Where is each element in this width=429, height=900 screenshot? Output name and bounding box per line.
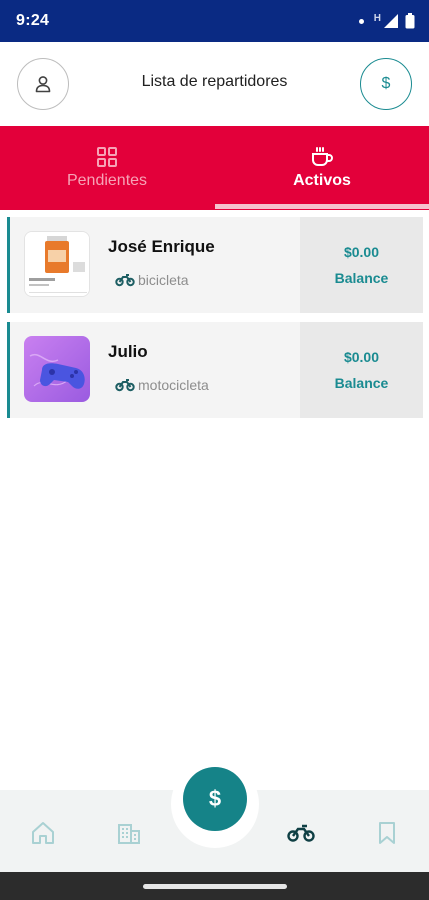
- tab-pendientes[interactable]: Pendientes: [0, 126, 214, 210]
- product-image: [25, 232, 89, 296]
- courier-card[interactable]: Julio motocicleta $0.00 Balance: [7, 322, 423, 418]
- building-icon: [118, 824, 140, 844]
- app-header: Lista de repartidores $: [0, 42, 429, 126]
- balance-box[interactable]: $0.00 Balance: [300, 217, 423, 313]
- nav-couriers[interactable]: [286, 818, 316, 848]
- tab-label: Activos: [293, 172, 351, 189]
- active-tab-indicator: [215, 204, 429, 209]
- grid-icon: [97, 147, 117, 167]
- courier-thumbnail: [24, 231, 90, 297]
- motorcycle-icon: [115, 274, 135, 287]
- tab-bar: Pendientes Activos: [0, 126, 429, 210]
- balance-button[interactable]: $: [360, 58, 412, 110]
- coffee-cup-icon: [312, 147, 333, 166]
- game-controller-image: [29, 353, 85, 389]
- home-icon: [32, 822, 54, 844]
- status-bar: 9:24 H: [0, 0, 429, 42]
- user-icon: [35, 76, 51, 93]
- battery-icon: [405, 13, 415, 29]
- page-title: Lista de repartidores: [141, 73, 288, 90]
- balance-label: Balance: [334, 270, 389, 286]
- courier-card[interactable]: José Enrique bicicleta $0.00 Balance: [7, 217, 423, 313]
- vehicle-label: bicicleta: [138, 272, 189, 288]
- balance-amount: $0.00: [343, 349, 380, 365]
- home-gesture-handle[interactable]: [143, 884, 287, 889]
- nav-business[interactable]: [114, 818, 144, 848]
- balance-amount: $0.00: [343, 244, 380, 260]
- nav-saved[interactable]: [372, 818, 402, 848]
- courier-name: Julio: [108, 342, 148, 361]
- courier-thumbnail: [24, 336, 90, 402]
- nav-home[interactable]: [28, 818, 58, 848]
- dollar-icon: $: [208, 786, 222, 811]
- dollar-icon: $: [381, 75, 391, 92]
- tab-activos[interactable]: Activos: [215, 126, 429, 210]
- vehicle-label: motocicleta: [138, 377, 209, 393]
- motorcycle-icon: [115, 379, 135, 392]
- signal-icon: [384, 14, 398, 28]
- tab-label: Pendientes: [66, 172, 148, 189]
- notification-dot-icon: [358, 18, 364, 24]
- balance-box[interactable]: $0.00 Balance: [300, 322, 423, 418]
- balance-label: Balance: [334, 375, 389, 391]
- courier-name: José Enrique: [108, 237, 215, 256]
- bookmark-icon: [379, 822, 395, 844]
- vehicle-type: motocicleta: [115, 377, 209, 393]
- motorcycle-icon: [287, 824, 315, 842]
- status-icons: H: [358, 12, 415, 29]
- vehicle-type: bicicleta: [115, 272, 189, 288]
- system-navigation-bar: [0, 872, 429, 900]
- profile-button[interactable]: [17, 58, 69, 110]
- payments-fab-button[interactable]: $: [183, 767, 247, 831]
- network-type-label: H: [373, 12, 381, 24]
- status-time: 9:24: [16, 12, 50, 29]
